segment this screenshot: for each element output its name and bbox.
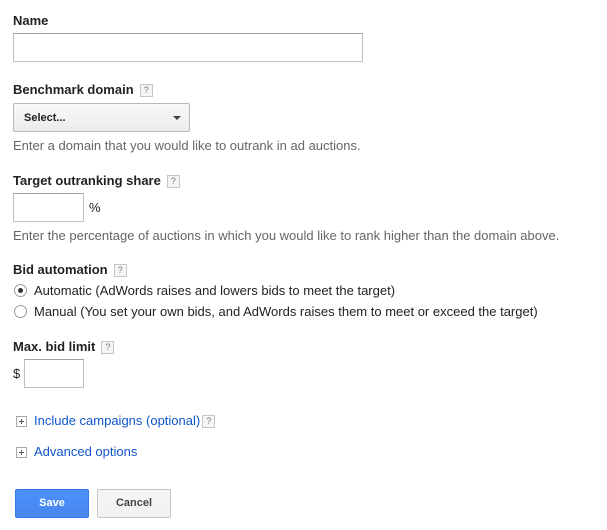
manual-radio[interactable] — [14, 305, 27, 318]
cancel-button[interactable]: Cancel — [97, 489, 171, 518]
plus-box-icon[interactable] — [16, 447, 27, 458]
benchmark-domain-select[interactable]: Select... — [13, 103, 190, 132]
save-button[interactable]: Save — [15, 489, 89, 518]
max-bid-limit-label: Max. bid limit? — [13, 339, 115, 354]
max-bid-limit-label-text: Max. bid limit — [13, 339, 96, 354]
automatic-radio[interactable] — [14, 284, 27, 297]
plus-box-icon[interactable] — [16, 416, 27, 427]
bid-automation-label: Bid automation? — [13, 262, 127, 277]
target-outranking-label-text: Target outranking share — [13, 173, 161, 188]
include-campaigns-label[interactable]: Include campaigns (optional) — [34, 413, 200, 428]
target-outranking-label: Target outranking share? — [13, 173, 180, 188]
name-input[interactable] — [13, 33, 363, 62]
currency-symbol: $ — [13, 366, 21, 381]
benchmark-domain-label-text: Benchmark domain — [13, 82, 134, 97]
bid-automation-label-text: Bid automation — [13, 262, 108, 277]
include-campaigns-link[interactable]: Include campaigns (optional)? — [34, 413, 216, 428]
manual-option-label[interactable]: Manual (You set your own bids, and AdWor… — [34, 304, 538, 319]
chevron-down-icon — [173, 116, 181, 120]
help-icon[interactable]: ? — [101, 341, 115, 354]
benchmark-domain-hint: Enter a domain that you would like to ou… — [13, 138, 361, 153]
target-outranking-hint: Enter the percentage of auctions in whic… — [13, 228, 560, 243]
help-icon[interactable]: ? — [139, 84, 153, 97]
target-outranking-input[interactable] — [13, 193, 84, 222]
name-label: Name — [13, 13, 49, 28]
percent-unit: % — [89, 200, 101, 215]
help-icon[interactable]: ? — [202, 415, 216, 428]
benchmark-domain-selected: Select... — [24, 112, 66, 124]
max-bid-limit-input[interactable] — [24, 359, 84, 388]
automatic-option-label[interactable]: Automatic (AdWords raises and lowers bid… — [34, 283, 395, 298]
advanced-options-link[interactable]: Advanced options — [34, 444, 137, 459]
benchmark-domain-label: Benchmark domain? — [13, 82, 153, 97]
help-icon[interactable]: ? — [113, 264, 127, 277]
help-icon[interactable]: ? — [166, 175, 180, 188]
